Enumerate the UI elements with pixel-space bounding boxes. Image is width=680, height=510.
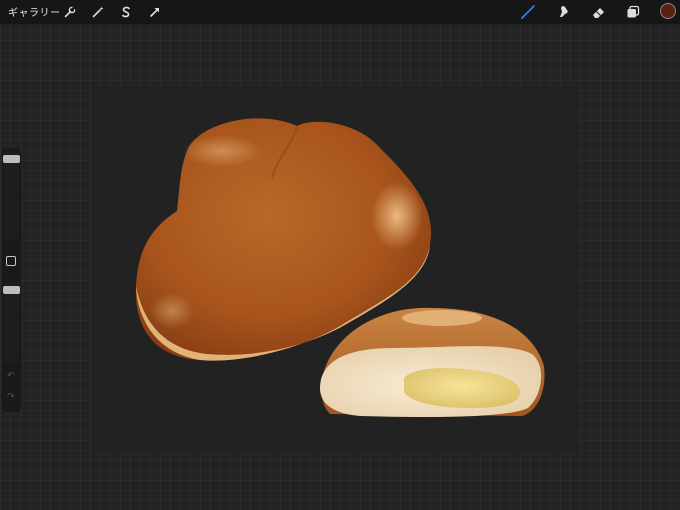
opacity-handle[interactable]	[3, 286, 20, 294]
cut-bun	[320, 307, 545, 418]
square-icon[interactable]	[6, 256, 16, 266]
gallery-button[interactable]: ギャラリー	[8, 4, 61, 19]
layers-icon[interactable]	[624, 3, 642, 21]
brush-size-handle[interactable]	[3, 155, 20, 163]
magic-wand-icon[interactable]	[89, 3, 107, 21]
transform-arrow-icon[interactable]	[146, 3, 164, 21]
bread-artwork	[135, 118, 545, 418]
eraser-icon[interactable]	[590, 3, 608, 21]
brush-size-slider[interactable]	[4, 152, 19, 240]
opacity-slider[interactable]	[4, 282, 19, 364]
wrench-icon[interactable]	[61, 3, 79, 21]
drawing-canvas[interactable]	[92, 86, 578, 452]
undo-icon[interactable]: ↶	[7, 371, 15, 381]
smudge-icon[interactable]	[555, 3, 573, 21]
selection-s-icon[interactable]	[117, 3, 135, 21]
brush-icon[interactable]	[519, 3, 537, 21]
top-toolbar: ギャラリー	[0, 0, 680, 24]
color-swatch[interactable]	[660, 3, 676, 19]
redo-icon[interactable]: ↷	[7, 392, 15, 402]
left-sidebar: ↶ ↷	[2, 148, 21, 412]
